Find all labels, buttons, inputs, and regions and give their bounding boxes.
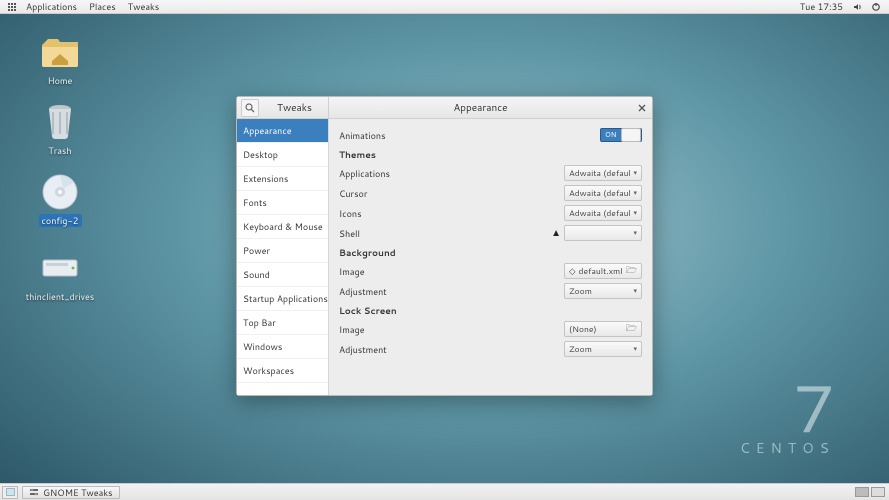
ls-adjust-label: Adjustment [339,343,564,356]
applications-theme-select[interactable]: Adwaita (default) [564,165,642,181]
menu-applications[interactable]: Applications [20,0,83,13]
shell-theme-select[interactable] [564,225,642,241]
animations-label: Animations [339,129,600,142]
sidebar-item-workspaces[interactable]: Workspaces [237,359,328,383]
bg-adjust-select[interactable]: Zoom [564,283,642,299]
themes-header: Themes [339,148,642,161]
trash-icon [40,102,80,142]
desktop-icon-trash[interactable]: Trash [20,102,100,157]
desktop-icon-label: thinclient_drives [26,290,95,303]
sidebar-item-desktop[interactable]: Desktop [237,143,328,167]
content-pane: Animations ON Themes Applications Adwait… [329,119,652,395]
folder-home-icon [40,32,80,72]
sidebar-item-keyboard-mouse[interactable]: Keyboard & Mouse [237,215,328,239]
workspace-2[interactable] [871,487,885,497]
sidebar-item-appearance[interactable]: Appearance [237,119,328,143]
tweaks-app-icon [29,487,39,497]
ls-adjust-select[interactable]: Zoom [564,341,642,357]
file-xml-icon: ◇ [569,265,576,277]
os-brand: 7 CENTOS [740,378,835,458]
close-button[interactable] [632,97,652,118]
cursor-theme-select[interactable]: Adwaita (default) [564,185,642,201]
sidebar-item-startup-apps[interactable]: Startup Applications [237,287,328,311]
ls-image-label: Image [339,323,564,336]
close-icon [638,104,646,112]
sidebar: Appearance Desktop Extensions Fonts Keyb… [237,119,329,395]
tweaks-window: Tweaks Appearance Appearance Desktop Ext… [236,96,653,396]
menu-tweaks[interactable]: Tweaks [122,0,165,13]
sidebar-item-windows[interactable]: Windows [237,335,328,359]
taskbar-item-tweaks[interactable]: GNOME Tweaks [22,486,120,499]
warning-icon: ▲ [551,226,561,240]
icons-theme-label: Icons [339,207,564,220]
show-desktop-button[interactable] [2,486,18,499]
sidebar-item-power[interactable]: Power [237,239,328,263]
shell-theme-label: Shell [339,227,551,240]
volume-icon[interactable] [849,2,867,12]
desktop-icon-drives[interactable]: thinclient_drives [20,248,100,303]
bottom-panel: GNOME Tweaks [0,483,889,500]
ls-image-chooser[interactable]: (None) 🗁 [564,321,642,337]
applications-theme-label: Applications [339,167,564,180]
animations-toggle[interactable]: ON [600,128,642,142]
desktop-icon-home[interactable]: Home [20,32,100,87]
bg-image-chooser[interactable]: ◇default.xml 🗁 [564,263,642,279]
folder-open-icon: 🗁 [626,263,637,279]
brand-name: CENTOS [740,438,835,458]
top-panel: Applications Places Tweaks Tue 17:35 [0,0,889,14]
folder-open-icon: 🗁 [626,321,637,337]
cursor-theme-label: Cursor [339,187,564,200]
disc-icon [40,172,80,212]
background-header: Background [339,246,642,259]
show-desktop-icon [6,488,15,496]
workspace-switcher [855,487,889,497]
sidebar-item-fonts[interactable]: Fonts [237,191,328,215]
sidebar-item-sound[interactable]: Sound [237,263,328,287]
desktop-icon-label: Home [48,74,73,87]
taskbar-item-label: GNOME Tweaks [43,486,113,499]
desktop-icon-config[interactable]: config-2 [20,172,100,227]
clock[interactable]: Tue 17:35 [794,0,849,13]
search-icon [245,103,255,113]
desktop-icon-label: config-2 [39,214,82,227]
toggle-state-label: ON [601,130,616,140]
bg-image-label: Image [339,265,564,278]
power-icon[interactable] [867,2,885,12]
bg-adjust-label: Adjustment [339,285,564,298]
search-button[interactable] [241,99,259,117]
app-title: Tweaks [261,101,328,115]
drive-icon [40,248,80,288]
sidebar-item-extensions[interactable]: Extensions [237,167,328,191]
lockscreen-header: Lock Screen [339,304,642,317]
workspace-1[interactable] [855,487,869,497]
titlebar[interactable]: Tweaks Appearance [237,97,652,119]
apps-grid-icon[interactable] [4,3,20,11]
brand-number: 7 [740,378,835,438]
toggle-knob [621,128,641,142]
desktop-icon-label: Trash [48,144,71,157]
icons-theme-select[interactable]: Adwaita (default) [564,205,642,221]
sidebar-item-top-bar[interactable]: Top Bar [237,311,328,335]
menu-places[interactable]: Places [83,0,122,13]
page-title: Appearance [329,97,632,118]
